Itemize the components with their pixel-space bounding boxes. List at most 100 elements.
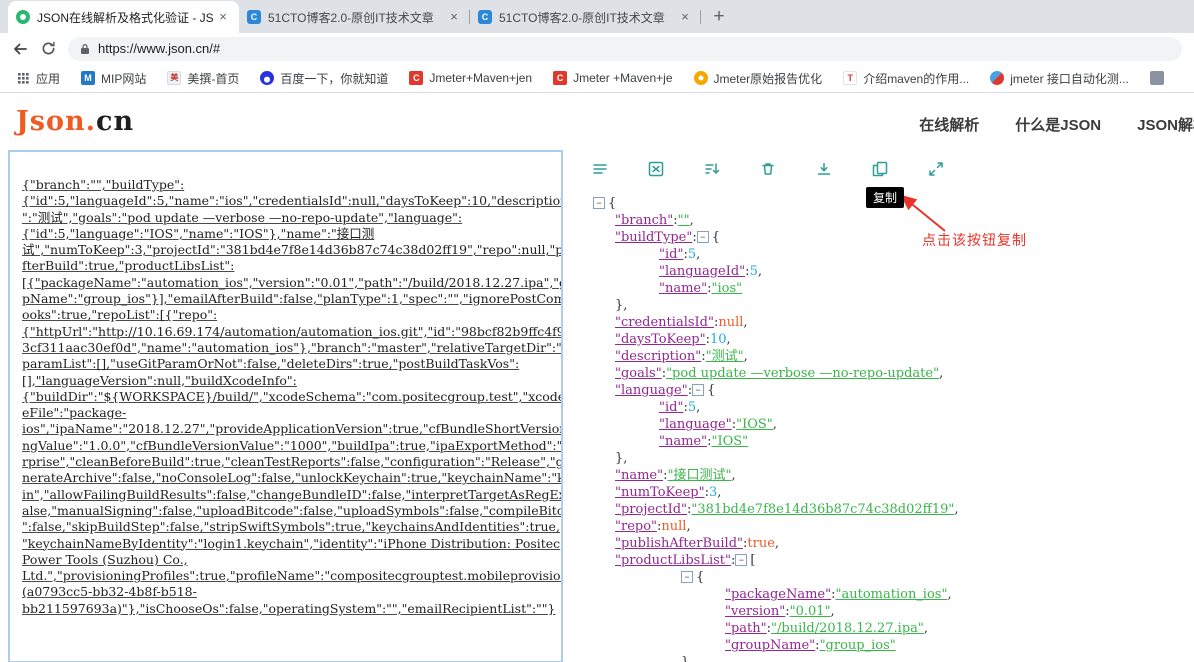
json-key: "language"	[659, 417, 732, 432]
json-key: "groupName"	[725, 638, 816, 653]
tree-line: "numToKeep":3,	[593, 484, 1194, 501]
bookmark-label: 百度一下，你就知道	[280, 71, 389, 86]
json-key: "language"	[615, 383, 688, 398]
tree-line: "language":"IOS",	[593, 416, 1194, 433]
json-key: "path"	[725, 621, 767, 636]
download-icon[interactable]	[815, 160, 833, 178]
bookmark-item[interactable]	[1142, 68, 1166, 88]
site-nav-item-3[interactable]: JSON解析	[1137, 114, 1194, 135]
json-key: "projectId"	[615, 502, 688, 517]
bookmark-label: 美撰-首页	[187, 71, 240, 86]
json-string: "接口测试"	[667, 468, 732, 483]
expand-icon[interactable]	[927, 160, 945, 178]
address-bar[interactable]: https://www.json.cn/#	[68, 36, 1182, 61]
json-input-editor[interactable]: {"branch":"","buildType": {"id":5,"langua…	[8, 150, 563, 662]
sort-icon[interactable]	[703, 160, 721, 178]
browser-tab[interactable]: C 51CTO博客2.0-原创IT技术文章 ×	[470, 1, 701, 33]
delete-icon[interactable]	[759, 160, 777, 178]
json-punct: ,	[772, 417, 777, 432]
bookmark-label: jmeter 接口自动化测...	[1010, 71, 1129, 86]
editor-line: ":false,"skipBuildStep":false,"stripSwif…	[22, 519, 560, 535]
site-nav-item-2[interactable]: 什么是JSON	[1015, 114, 1101, 135]
viewer-toolbar	[570, 150, 1194, 186]
json-punct: },	[615, 298, 628, 313]
bookmark-label: Jmeter+Maven+jen	[429, 71, 533, 85]
bookmark-item[interactable]: 美美撰-首页	[159, 67, 247, 90]
json-key: "name"	[659, 434, 708, 449]
bookmark-item[interactable]: C Jmeter+Maven+jen	[401, 68, 540, 88]
bookmark-label: 应用	[36, 71, 61, 86]
apps-bookmark-icon	[16, 71, 30, 85]
editor-line: "keychainNameByIdentity":"login1.keychai…	[22, 535, 561, 551]
bookmark-item[interactable]: 应用	[8, 67, 68, 90]
editor-line: [],"languageVersion":null,"buildXcodeInf…	[22, 372, 297, 388]
url-text: https://www.json.cn/#	[98, 41, 221, 56]
copy-icon[interactable]	[871, 160, 889, 178]
json-punct: },	[615, 451, 628, 466]
json-string: "ios"	[711, 281, 743, 296]
tab-title: JSON在线解析及格式化验证 - JS	[37, 10, 214, 25]
bookmark-item[interactable]: jmeter 接口自动化测...	[982, 67, 1137, 90]
tab-close-icon[interactable]: ×	[677, 9, 693, 25]
collapse-toggle-icon[interactable]: −	[735, 554, 748, 566]
new-tab-button[interactable]: +	[705, 3, 733, 31]
reload-button[interactable]	[34, 36, 62, 62]
tree-line: "id":5,	[593, 399, 1194, 416]
editor-line: 试","numToKeep":3,"projectId":"381bd4e7f8…	[22, 242, 563, 258]
json-key: "productLibsList"	[615, 553, 731, 568]
bookmark-item[interactable]: C Jmeter +Maven+je	[545, 68, 680, 88]
editor-line: alse,"manualSigning":false,"uploadBitcod…	[22, 502, 563, 518]
bookmarks-bar: 应用 M MIP网站美美撰-首页 百度一下，你就知道 C Jmeter+Maven+jen…	[0, 64, 1194, 93]
bookmark-label: MIP网站	[101, 71, 147, 86]
compress-icon[interactable]	[591, 160, 609, 178]
browser-tab[interactable]: JSON在线解析及格式化验证 - JS ×	[8, 1, 239, 33]
site-nav: 在线解析 什么是JSON JSON解析	[919, 114, 1194, 135]
editor-line: 3cf311aac30ef0d","name":"automation_ios"…	[22, 339, 563, 355]
editor-line: in","allowFailingBuildResults":false,"ch…	[22, 486, 563, 502]
site-nav-item-1[interactable]: 在线解析	[919, 114, 979, 135]
editor-line: {"httpUrl":"http://10.16.69.174/automati…	[22, 323, 563, 339]
json-punct: ,	[939, 366, 944, 381]
json-string: "group_ios"	[819, 638, 896, 653]
json-key: "goals"	[615, 366, 662, 381]
json-key: "repo"	[615, 519, 658, 534]
json-favicon	[16, 10, 30, 24]
cto-favicon: C	[478, 10, 492, 24]
bookmark-label: Jmeter原始报告优化	[713, 71, 823, 86]
annotation-text: 点击该按钮复制	[922, 233, 1027, 249]
json-punct: ,	[726, 332, 731, 347]
bookmark-item[interactable]: Jmeter原始报告优化	[686, 67, 831, 90]
json-string: ""	[677, 213, 690, 228]
tab-close-icon[interactable]: ×	[446, 9, 462, 25]
export-icon[interactable]	[647, 160, 665, 178]
editor-line: pName":"group_ios"}],"emailAfterBuild":f…	[22, 291, 563, 307]
json-punct: {	[696, 570, 705, 585]
json-key: "name"	[659, 281, 708, 296]
json-literal: null	[661, 519, 687, 534]
tree-line: },	[593, 450, 1194, 467]
bookmark-item[interactable]: M MIP网站	[73, 67, 154, 90]
cto-red-bookmark-icon: C	[553, 71, 568, 85]
tree-line: },	[593, 297, 1194, 314]
browser-tab[interactable]: C 51CTO博客2.0-原创IT技术文章 ×	[239, 1, 470, 33]
editor-line: Ltd.","provisioningProfiles":true,"profi…	[22, 568, 563, 584]
editor-line: (a0793cc5-bb32-4b8f-b518-	[22, 584, 197, 600]
site-logo[interactable]: Json.cn	[16, 106, 134, 137]
json-string: "测试"	[705, 349, 744, 364]
mei-bookmark-icon: 美	[167, 71, 182, 85]
back-button[interactable]	[6, 36, 34, 62]
editor-line: bb211597693a)"},"isChooseOs":false,"oper…	[22, 600, 556, 616]
json-number: 5	[749, 264, 758, 279]
bookmark-item[interactable]: 百度一下，你就知道	[252, 67, 396, 90]
json-key: "name"	[615, 468, 664, 483]
tab-close-icon[interactable]: ×	[215, 9, 231, 25]
collapse-toggle-icon[interactable]: −	[593, 197, 605, 209]
tree-line: "name":"接口测试",	[593, 467, 1194, 484]
logo-secondary: cn	[96, 106, 135, 137]
collapse-toggle-icon[interactable]: −	[681, 571, 693, 583]
json-punct: [	[750, 553, 756, 568]
collapse-toggle-icon[interactable]: −	[692, 384, 705, 396]
json-string: "381bd4e7f8e14d36b87c74c38d02ff19"	[691, 502, 955, 517]
collapse-toggle-icon[interactable]: −	[696, 231, 709, 243]
bookmark-item[interactable]: T 介绍maven的作用...	[835, 67, 977, 90]
